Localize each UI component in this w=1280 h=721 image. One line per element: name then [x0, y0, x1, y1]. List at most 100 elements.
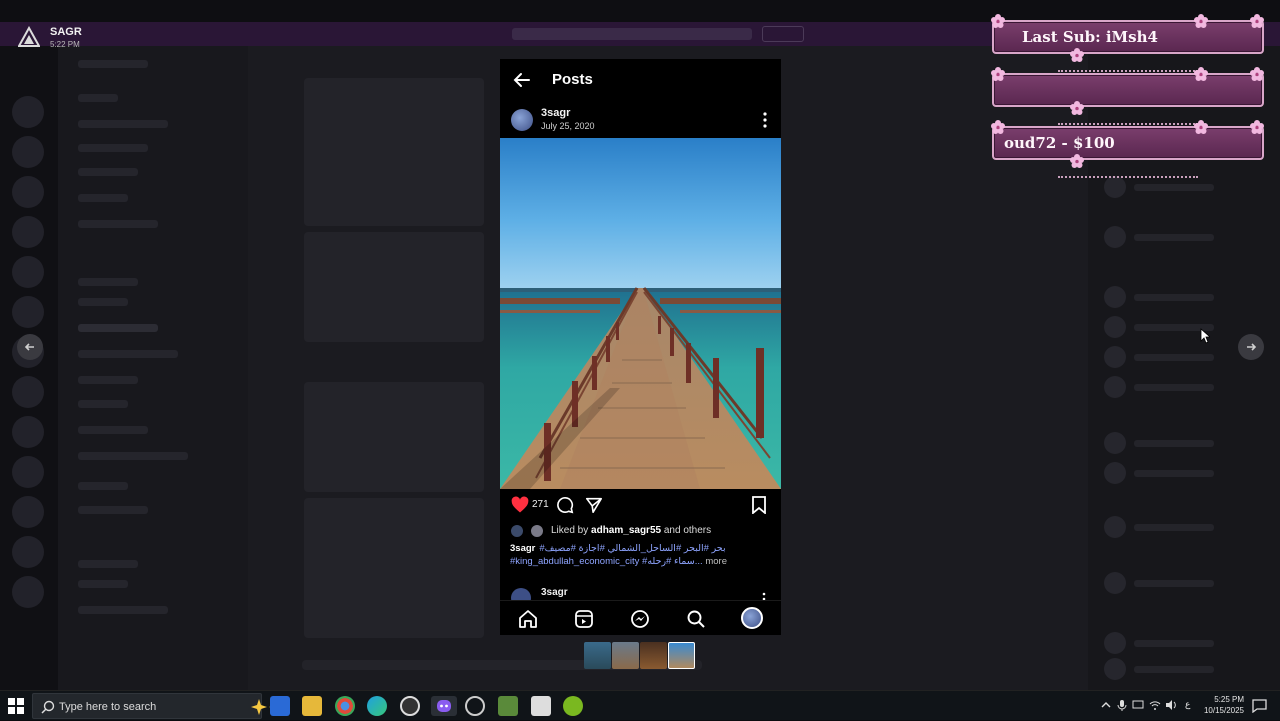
edge-icon[interactable]: [367, 696, 387, 716]
server-icon: [12, 376, 44, 408]
post-actions: 271: [500, 493, 781, 519]
flower-icon: [1070, 154, 1084, 168]
back-arrow-icon[interactable]: [512, 70, 532, 90]
gallery-thumbnail[interactable]: [640, 642, 667, 669]
arrow-right-icon: [1247, 343, 1257, 351]
alert-divider: [1058, 123, 1198, 125]
display-icon[interactable]: [1132, 699, 1144, 711]
search-placeholder: Type here to search: [59, 701, 157, 713]
member-avatar: [1104, 226, 1126, 248]
posts-header: Posts: [500, 59, 781, 101]
channel-line: [78, 168, 138, 176]
network-icon[interactable]: [1149, 699, 1161, 711]
steam-icon[interactable]: [465, 696, 485, 716]
liked-by-text[interactable]: Liked by adham_sagr55 and others: [551, 525, 711, 536]
channel-line: [78, 94, 118, 102]
post-date: July 25, 2020: [541, 121, 595, 131]
liked-by-user[interactable]: adham_sagr55: [591, 525, 661, 536]
clock-time: 5:25 PM: [1214, 695, 1244, 704]
server-icon: [12, 256, 44, 288]
member-name: [1134, 640, 1214, 647]
microphone-icon[interactable]: [1116, 699, 1128, 711]
notification-center-icon[interactable]: [1252, 698, 1267, 713]
gallery-thumbnail[interactable]: [584, 642, 611, 669]
flower-icon: [991, 120, 1005, 134]
server-icon: [12, 136, 44, 168]
last-sub-alert: Last Sub: iMsh4: [992, 20, 1264, 54]
messenger-icon[interactable]: [630, 609, 650, 629]
server-icon: [12, 216, 44, 248]
donation-alert: oud72 - $100: [992, 126, 1264, 160]
file-explorer-icon[interactable]: [302, 696, 322, 716]
previous-image-button[interactable]: [17, 334, 43, 360]
next-post-username[interactable]: 3sagr: [541, 587, 568, 598]
alert-divider: [1058, 70, 1198, 72]
caption-username[interactable]: 3sagr: [510, 542, 535, 555]
home-icon[interactable]: [518, 609, 538, 629]
flower-icon: [1250, 14, 1264, 28]
volume-icon[interactable]: [1165, 699, 1177, 711]
app-cube-icon[interactable]: [531, 696, 551, 716]
flower-icon: [991, 14, 1005, 28]
discord-logo-icon: [437, 700, 451, 712]
channel-line: [78, 324, 158, 332]
background-titlebar: [0, 0, 1280, 22]
caption-hashtags-line1[interactable]: بحر #البحر #الساحل_الشمالي #اجازة #مصيف#: [539, 542, 725, 555]
profile-avatar[interactable]: [741, 607, 763, 629]
minecraft-icon[interactable]: [498, 696, 518, 716]
taskbar-search-box[interactable]: Type here to search: [32, 693, 277, 719]
streamer-time: 5:22 PM: [50, 40, 80, 49]
bottom-navigation: [500, 600, 781, 635]
app-green-icon[interactable]: [563, 696, 583, 716]
member-avatar: [1104, 432, 1126, 454]
share-send-icon[interactable]: [585, 496, 603, 514]
page-title: Posts: [552, 71, 593, 88]
liker-avatar: [510, 524, 524, 538]
background-media: [304, 498, 484, 638]
chevron-up-icon[interactable]: [1100, 699, 1112, 711]
background-media: [304, 382, 484, 492]
liked-by-line: Liked by adham_sagr55 and others: [510, 524, 775, 540]
keyboard-language[interactable]: ع: [1185, 699, 1190, 710]
more-options-icon[interactable]: [759, 111, 771, 129]
post-username[interactable]: 3sagr: [541, 107, 570, 119]
microsoft-store-icon[interactable]: [270, 696, 290, 716]
likes-count[interactable]: 271: [532, 499, 549, 510]
channel-line: [78, 60, 148, 68]
member-name: [1134, 294, 1214, 301]
liked-by-prefix: Liked by: [551, 525, 592, 536]
obs-icon[interactable]: [400, 696, 420, 716]
bookmark-icon[interactable]: [751, 496, 767, 514]
search-icon: [41, 700, 55, 714]
reels-icon[interactable]: [574, 609, 594, 629]
next-image-button[interactable]: [1238, 334, 1264, 360]
member-name: [1134, 470, 1214, 477]
member-avatar: [1104, 572, 1126, 594]
gallery-thumbnail-strip: [584, 642, 696, 670]
discord-icon[interactable]: [431, 696, 457, 716]
server-icon: [12, 416, 44, 448]
gallery-thumbnail-active[interactable]: [668, 642, 695, 669]
caption-hashtags-line2[interactable]: #king_abdullah_economic_city #سماء #رحله…: [510, 556, 703, 567]
search-icon[interactable]: [686, 609, 706, 629]
chrome-icon[interactable]: [335, 696, 355, 716]
like-heart-icon[interactable]: [511, 496, 529, 514]
arrow-left-icon: [24, 343, 34, 351]
windows-start-icon[interactable]: [8, 698, 24, 714]
avatar[interactable]: [511, 109, 533, 131]
post-photo[interactable]: [500, 138, 781, 489]
channel-line: [78, 120, 168, 128]
windows-taskbar: Type here to search ع 5:25 PM 10/15/2025: [0, 690, 1280, 720]
caption-more-link[interactable]: more: [705, 556, 727, 567]
streamer-name: SAGR: [50, 26, 82, 38]
member-avatar: [1104, 176, 1126, 198]
channel-line: [78, 560, 138, 568]
server-icon: [12, 576, 44, 608]
mouse-cursor-icon: [1200, 328, 1210, 344]
post-caption: 3sagr بحر #البحر #الساحل_الشمالي #اجازة …: [510, 542, 772, 568]
flower-icon: [1194, 14, 1208, 28]
comment-icon[interactable]: [556, 496, 574, 514]
gallery-thumbnail[interactable]: [612, 642, 639, 669]
more-options-icon[interactable]: [762, 592, 766, 600]
taskbar-clock[interactable]: 5:25 PM 10/15/2025: [1196, 694, 1244, 716]
